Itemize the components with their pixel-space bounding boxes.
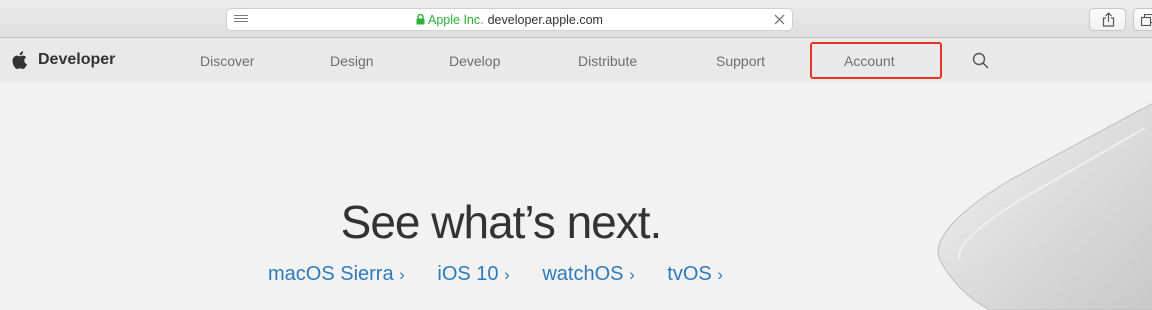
link-label: macOS Sierra (268, 263, 394, 285)
chevron-right-icon: › (504, 265, 510, 284)
global-nav: Developer Discover Design Develop Distri… (0, 38, 1152, 82)
chevron-right-icon: › (717, 265, 723, 284)
show-tabs-button[interactable] (1133, 8, 1152, 31)
url-display: Apple Inc. developer.apple.com (227, 13, 792, 27)
link-watchos[interactable]: watchOS › (542, 263, 634, 285)
link-ios-10[interactable]: iOS 10 › (437, 263, 509, 285)
organization-name: Apple Inc. (428, 13, 484, 27)
share-icon (1102, 12, 1115, 27)
nav-design[interactable]: Design (330, 53, 374, 69)
close-icon[interactable] (773, 13, 786, 26)
platform-links: macOS Sierra › iOS 10 › watchOS › tvOS › (268, 263, 750, 286)
chevron-right-icon: › (399, 265, 405, 284)
link-label: watchOS (542, 263, 623, 285)
apple-logo-icon[interactable] (12, 51, 27, 69)
browser-toolbar: Apple Inc. developer.apple.com (0, 0, 1152, 38)
link-label: iOS 10 (437, 263, 498, 285)
chevron-right-icon: › (629, 265, 635, 284)
address-bar[interactable]: Apple Inc. developer.apple.com (226, 8, 793, 31)
nav-support[interactable]: Support (716, 53, 765, 69)
nav-develop[interactable]: Develop (449, 53, 500, 69)
domain-text: developer.apple.com (488, 13, 603, 27)
link-macos-sierra[interactable]: macOS Sierra › (268, 263, 405, 285)
hero-title: See what’s next. (0, 195, 1002, 249)
lock-icon (416, 14, 425, 25)
developer-brand[interactable]: Developer (38, 51, 115, 69)
tabs-icon (1141, 14, 1152, 26)
link-label: tvOS (667, 263, 711, 285)
link-tvos[interactable]: tvOS › (667, 263, 723, 285)
nav-distribute[interactable]: Distribute (578, 53, 637, 69)
share-button[interactable] (1089, 8, 1126, 31)
nav-account[interactable]: Account (844, 53, 895, 69)
nav-discover[interactable]: Discover (200, 53, 254, 69)
search-icon[interactable] (972, 52, 989, 69)
